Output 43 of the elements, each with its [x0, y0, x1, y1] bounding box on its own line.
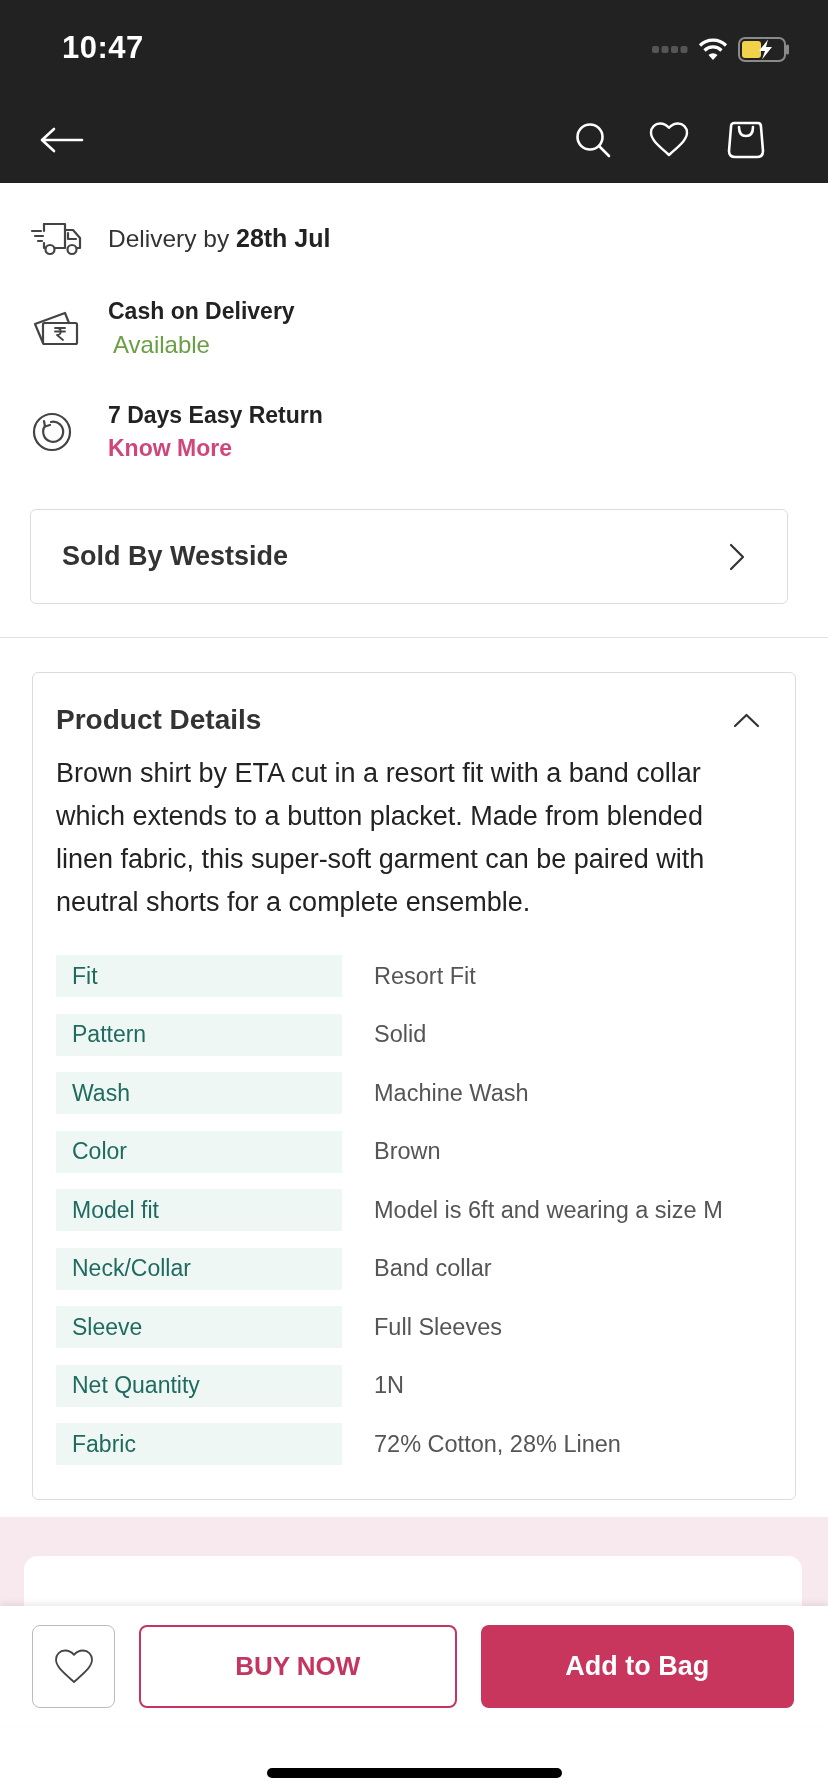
shopping-bag-icon[interactable] — [727, 120, 765, 159]
cod-title: Cash on Delivery — [108, 297, 295, 326]
chevron-up-icon — [733, 712, 760, 728]
truck-icon — [30, 221, 82, 256]
spec-label: Fit — [56, 955, 342, 997]
chevron-right-icon — [729, 542, 745, 571]
search-icon[interactable] — [575, 121, 611, 158]
spec-label: Color — [56, 1130, 342, 1173]
spec-value: Model is 6ft and wearing a size M — [374, 1195, 724, 1225]
collapse-toggle[interactable] — [733, 712, 760, 728]
cod-status: Available — [113, 330, 210, 360]
spec-value: Machine Wash — [374, 1078, 530, 1108]
spec-value: Band collar — [374, 1254, 493, 1283]
spec-label: Pattern — [56, 1013, 342, 1056]
spec-label: Sleeve — [56, 1306, 342, 1348]
wishlist-button[interactable] — [32, 1624, 115, 1708]
return-policy-title: 7 Days Easy Return — [108, 401, 323, 430]
spec-value: 1N — [374, 1371, 406, 1400]
spec-value: Brown — [374, 1137, 442, 1166]
spec-label: Net Quantity — [56, 1364, 342, 1407]
back-arrow-icon[interactable] — [40, 126, 84, 153]
spec-label: Wash — [56, 1072, 342, 1114]
wifi-icon — [698, 37, 728, 61]
section-title: Product Details — [56, 704, 262, 736]
know-more-link[interactable]: Know More — [108, 433, 232, 464]
product-description: Brown shirt by ETA cut in a resort fit with a band collar which extends to a button placket. Made from blended linen fabric, this super-soft garment can be paired with neutral shorts for a complete ensemble. — [56, 757, 706, 919]
spec-label: Neck/Collar — [56, 1247, 342, 1290]
spec-value: Resort Fit — [374, 961, 477, 991]
spec-value: 72% Cotton, 28% Linen — [374, 1429, 622, 1459]
spec-label: Fabric — [56, 1423, 342, 1465]
spec-label: Model fit — [56, 1189, 342, 1231]
battery-charging-icon — [738, 36, 791, 62]
delivery-date-text: Delivery by 28th Jul — [108, 223, 331, 254]
buy-now-button[interactable]: BUY NOW — [139, 1624, 457, 1708]
add-to-bag-button[interactable]: Add to Bag — [480, 1624, 794, 1708]
return-icon — [32, 412, 72, 452]
signal-icon — [652, 45, 688, 53]
spec-value: Solid — [374, 1020, 428, 1049]
status-time: 10:47 — [62, 30, 144, 66]
heart-icon[interactable] — [649, 122, 689, 157]
spec-value: Full Sleeves — [374, 1312, 503, 1342]
seller-button[interactable]: Sold By Westside — [30, 509, 788, 604]
banknote-icon — [33, 310, 79, 346]
